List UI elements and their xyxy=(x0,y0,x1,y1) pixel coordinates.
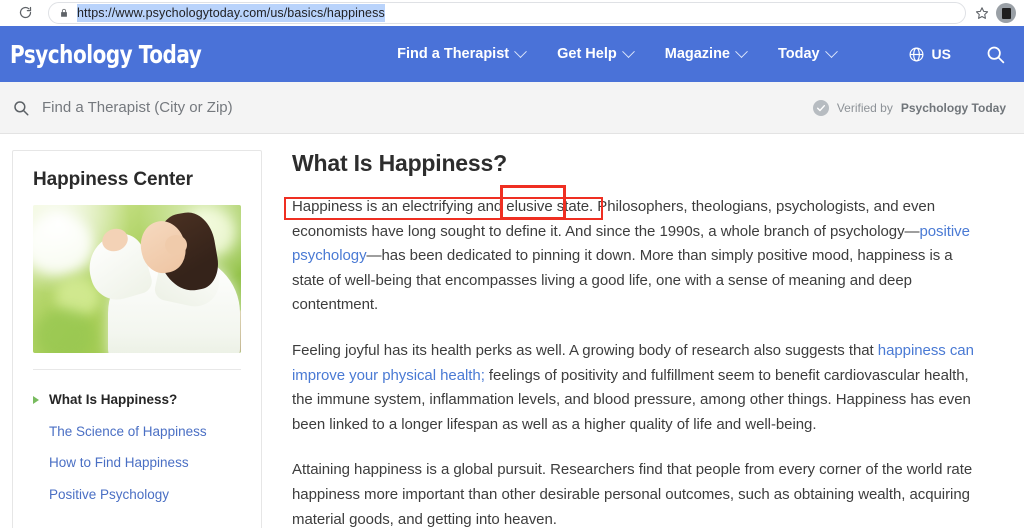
nav-item-magazine[interactable]: Magazine xyxy=(664,44,748,62)
verified-prefix: Verified by xyxy=(836,100,893,115)
nav-label: Get Help xyxy=(557,46,617,62)
sidebar-link-list: What Is Happiness? The Science of Happin… xyxy=(33,370,241,510)
paragraph-text: Happiness is an electrifying and elusive… xyxy=(292,198,935,240)
article-paragraph-2: Feeling joyful has its health perks as w… xyxy=(292,339,982,437)
paragraph-text: Feeling joyful has its health perks as w… xyxy=(292,341,878,359)
globe-icon xyxy=(908,46,925,63)
smiling-woman-outdoors-photo xyxy=(33,205,241,353)
sidebar-item-the-science-of-happiness[interactable]: The Science of Happiness xyxy=(33,416,241,448)
site-header: Psychology Today Find a Therapist Get He… xyxy=(0,26,1024,82)
main-navigation: Find a Therapist Get Help Magazine Today xyxy=(397,44,838,62)
browser-toolbar: https://www.psychologytoday.com/us/basic… xyxy=(0,0,1024,26)
search-icon[interactable] xyxy=(985,44,1006,65)
sidebar-item-label: How to Find Happiness xyxy=(49,455,189,470)
sidebar-item-what-is-happiness[interactable]: What Is Happiness? xyxy=(33,384,241,416)
sidebar-item-label: The Science of Happiness xyxy=(49,423,207,439)
chevron-down-icon xyxy=(735,44,748,58)
nav-item-find-a-therapist[interactable]: Find a Therapist xyxy=(397,44,527,62)
sidebar-title: Happiness Center xyxy=(33,169,193,190)
nav-label: Magazine xyxy=(664,46,730,62)
reload-icon[interactable] xyxy=(14,2,36,24)
nav-label: Today xyxy=(778,46,820,62)
address-bar-url: https://www.psychologytoday.com/us/basic… xyxy=(77,3,385,22)
search-input[interactable] xyxy=(42,99,462,116)
nav-item-today[interactable]: Today xyxy=(778,44,838,62)
search-field-wrapper xyxy=(12,99,813,117)
check-circle-icon xyxy=(812,99,829,116)
lock-icon xyxy=(59,7,69,19)
page-body: Happiness Center What Is Happiness? The … xyxy=(0,134,1024,528)
article-paragraph-1: Happiness is an electrifying and elusive… xyxy=(292,195,982,318)
chevron-down-icon xyxy=(824,44,838,58)
chevron-down-icon xyxy=(621,44,635,58)
verified-brand: Psychology Today xyxy=(900,100,1006,115)
sidebar-item-how-to-find-happiness[interactable]: How to Find Happiness xyxy=(33,447,241,479)
address-bar[interactable]: https://www.psychologytoday.com/us/basic… xyxy=(48,1,966,24)
search-icon xyxy=(12,99,30,117)
verified-badge: Verified by Psychology Today xyxy=(812,99,1006,116)
page-title: What Is Happiness? xyxy=(292,150,507,176)
chevron-down-icon xyxy=(514,44,527,58)
sidebar: Happiness Center What Is Happiness? The … xyxy=(0,150,278,528)
sidebar-item-positive-psychology[interactable]: Positive Psychology xyxy=(33,479,241,511)
locale-selector[interactable]: US xyxy=(908,46,951,63)
site-logo[interactable]: Psychology Today xyxy=(10,42,202,67)
sidebar-item-label: What Is Happiness? xyxy=(49,392,178,407)
happiness-center-card: Happiness Center What Is Happiness? The … xyxy=(12,150,262,528)
bookmark-star-icon[interactable] xyxy=(972,3,992,23)
nav-item-get-help[interactable]: Get Help xyxy=(557,44,635,62)
caret-right-icon xyxy=(33,395,41,404)
article: What Is Happiness? Happiness is an elect… xyxy=(278,150,1024,528)
locale-label: US xyxy=(931,46,951,62)
article-paragraph-3: Attaining happiness is a global pursuit.… xyxy=(292,461,973,528)
profile-avatar[interactable] xyxy=(996,2,1016,23)
therapist-search-bar: Verified by Psychology Today xyxy=(0,82,1024,134)
nav-label: Find a Therapist xyxy=(397,46,510,62)
paragraph-text: —has been dedicated to pinning it down. … xyxy=(292,247,953,314)
header-actions: US xyxy=(908,44,1006,65)
sidebar-item-label: Positive Psychology xyxy=(49,486,170,502)
